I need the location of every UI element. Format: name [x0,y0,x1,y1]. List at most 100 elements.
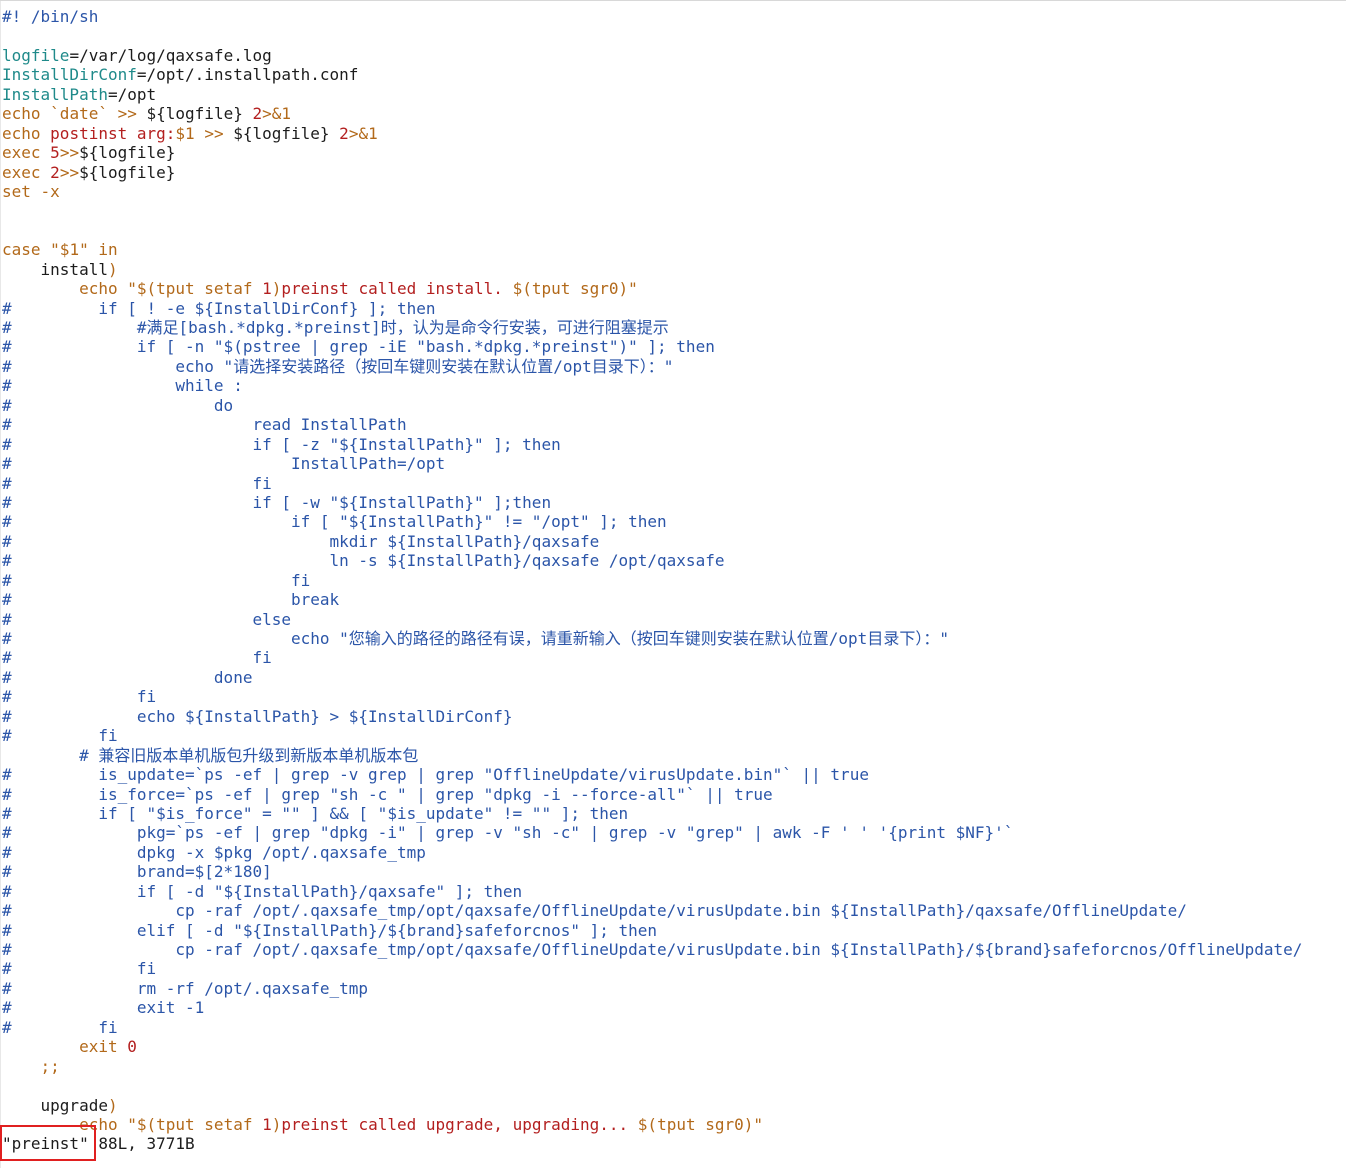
code-token: ${logfile} [79,162,176,182]
left-border [0,1,1,1168]
code-line: # if [ -z "${InstallPath}" ]; then [2,435,1302,454]
code-line: # 兼容旧版本单机版包升级到新版本单机版本包 [2,746,1302,765]
code-line: upgrade) [2,1096,1302,1115]
code-token: 0 [127,1037,137,1057]
code-token: install [2,259,108,279]
code-line: exec 5>>${logfile} [2,143,1302,162]
code-line: # read InstallPath [2,415,1302,434]
code-line: # fi [2,687,1302,706]
code-token: ) [107,259,118,279]
code-line: echo postinst arg:$1 >> ${logfile} 2>&1 [2,124,1302,143]
code-token: 2 [339,123,349,143]
code-line: logfile=/var/log/qaxsafe.log [2,46,1302,65]
code-token: # echo "您输入的路径的路径有误，请重新输入（按回车键则安装在默认位置/o… [2,629,949,648]
code-token: # if [ ! -e ${InstallDirConf} ]; then [2,298,436,318]
code-line: # if [ "$is_force" = "" ] && [ "$is_upda… [2,804,1302,823]
status-file-name: "preinst" [2,1134,89,1153]
code-line: # cp -raf /opt/.qaxsafe_tmp/opt/qaxsafe/… [2,940,1302,959]
code-line: # if [ "${InstallPath}" != "/opt" ]; the… [2,512,1302,531]
code-line: # fi [2,1018,1302,1037]
code-token: 1 [262,279,272,299]
code-line: InstallDirConf=/opt/.installpath.conf [2,65,1302,84]
code-token: # fi [2,570,311,590]
code-token: # InstallPath=/opt [2,454,446,474]
code-token: upgrade [2,1095,108,1115]
code-token: >> [204,123,224,143]
code-line: # echo ${InstallPath} > ${InstallDirConf… [2,707,1302,726]
code-line: # while : [2,376,1302,395]
status-file-info: 88L, 3771B [88,1134,195,1153]
code-line: echo `date` >> ${logfile} 2>&1 [2,104,1302,123]
code-token: echo [79,279,118,299]
code-token: =/opt/.installpath.conf [136,65,359,85]
code-token: # if [ -d "${InstallPath}/qaxsafe" ]; th… [2,881,523,901]
code-line: exit 0 [2,1037,1302,1056]
code-token: in [98,240,118,260]
code-token: # if [ -z "${InstallPath}" ]; then [2,434,561,454]
code-token: # exit -1 [2,998,205,1018]
code-token: # ln -s ${InstallPath}/qaxsafe /opt/qaxs… [2,551,725,571]
code-token: ${logfile} [136,104,253,124]
code-line: # #满足[bash.*dpkg.*preinst]时，认为是命令行安装，可进行… [2,318,1302,337]
code-token: # fi [2,473,272,493]
code-line: # echo "请选择安装路径（按回车键则安装在默认位置/opt目录下）：" [2,357,1302,376]
code-line: install) [2,260,1302,279]
code-token: # echo "请选择安装路径（按回车键则安装在默认位置/opt目录下）：" [2,356,674,376]
code-line: # break [2,590,1302,609]
code-token: set [2,181,31,201]
code-token: >> [59,143,80,163]
code-token: >&1 [348,123,378,143]
code-token: # done [2,667,253,687]
code-token: 1 [262,1114,272,1134]
code-token: "$(tput setaf [127,279,263,299]
code-token: ) [271,279,282,299]
code-token: 2 [252,104,263,124]
code-token: # dpkg -x $pkg /opt/.qaxsafe_tmp [2,842,426,862]
code-token: echo [2,123,41,143]
code-token: "$(tput setaf [127,1114,263,1134]
code-token: # else [2,609,291,629]
code-token: # #满足[bash.*dpkg.*preinst]时，认为是命令行安装，可进行… [2,318,669,337]
status-line: "preinst" 88L, 3771B [2,1134,195,1154]
vim-editor[interactable]: #! /bin/sh logfile=/var/log/qaxsafe.log In… [0,0,1346,1168]
code-line: # rm -rf /opt/.qaxsafe_tmp [2,979,1302,998]
code-token: ) [107,1095,118,1115]
code-line: # exit -1 [2,998,1302,1017]
code-line: #! /bin/sh [2,7,1302,26]
code-token: # fi [2,959,157,979]
code-token: $(tput sgr0)" [637,1114,764,1134]
code-token: $(tput sgr0)" [512,279,638,299]
code-token: ) [271,1114,282,1134]
code-line: # if [ -n "$(pstree | grep -iE "bash.*dp… [2,337,1302,356]
code-line: # fi [2,571,1302,590]
code-token: $1 [175,123,195,143]
code-token: # brand=$[2*180] [2,862,272,882]
code-line: # else [2,610,1302,629]
code-token: ${logfile} [79,143,176,163]
code-line: # fi [2,474,1302,493]
code-token: case [2,240,41,260]
code-token: echo [79,1114,118,1134]
code-token: #! /bin/sh [2,7,99,26]
code-line: echo "$(tput setaf 1)preinst called upgr… [2,1115,1302,1134]
code-token: ;; [40,1056,60,1076]
code-token: # is_force=`ps -ef | grep "sh -c " | gre… [2,784,773,804]
code-line: # if [ -w "${InstallPath}" ];then [2,493,1302,512]
code-token: "$1" [50,240,89,260]
code-line: echo "$(tput setaf 1)preinst called inst… [2,279,1302,298]
code-line: # if [ -d "${InstallPath}/qaxsafe" ]; th… [2,882,1302,901]
code-token: 5 [50,143,60,163]
code-area[interactable]: #! /bin/sh logfile=/var/log/qaxsafe.log In… [2,7,1302,1134]
code-token: preinst called install. [281,279,513,299]
